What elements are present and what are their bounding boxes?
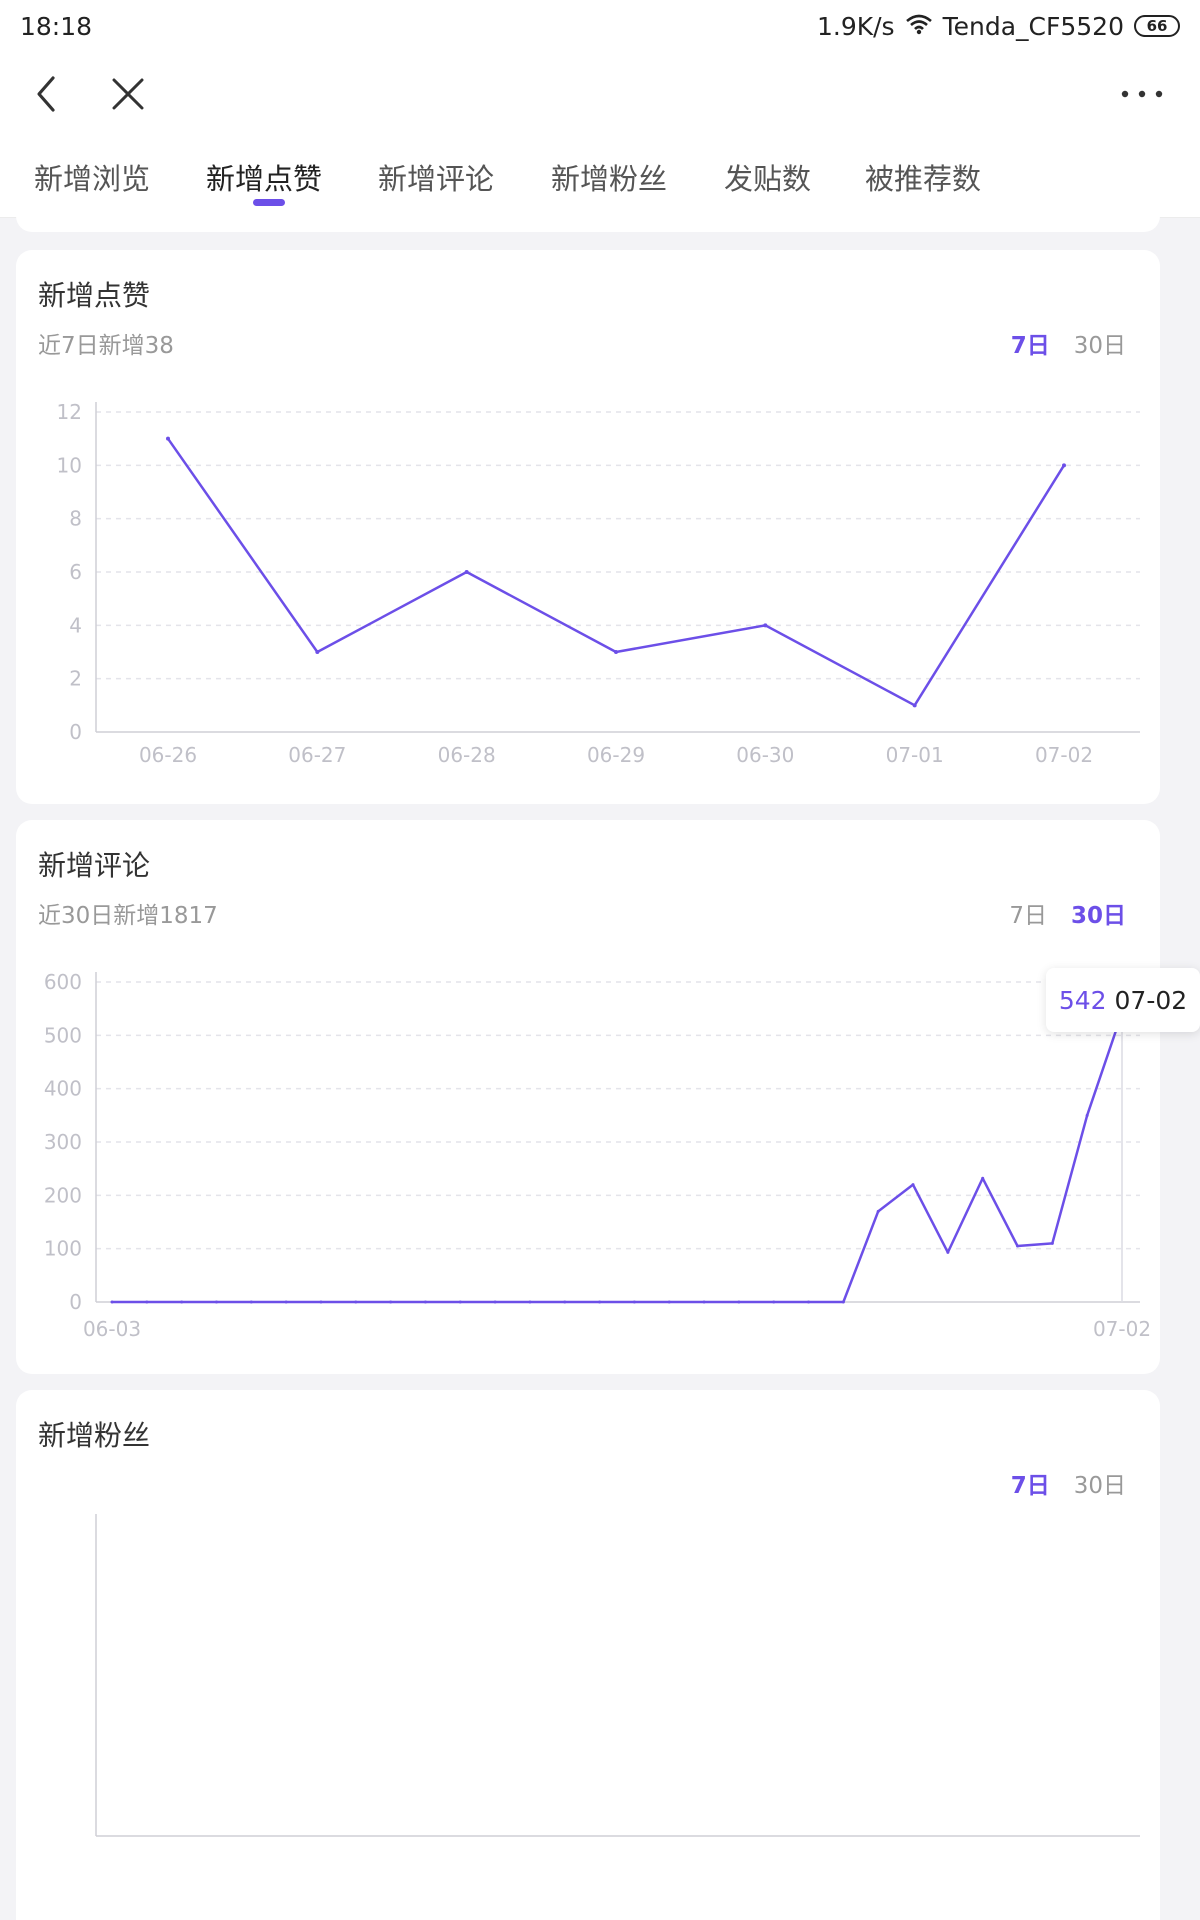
data-point (214, 1300, 218, 1304)
y-tick-label: 500 (44, 1023, 82, 1047)
tab-posts[interactable]: 发贴数 (724, 156, 811, 198)
likes-card: 新增点赞 近7日新增38 7日 30日 0 2 4 6 8 10 12 06-26 06-27 0… (16, 250, 1160, 804)
comments-line-chart: 0 100 200 300 400 500 600 06-03 07-02 (44, 970, 1151, 1341)
data-point (981, 1176, 985, 1180)
x-tick-label: 06-03 (83, 1317, 141, 1341)
comments-card: 新增评论 近30日新增1817 7日 30日 0 100 200 300 400 500 6… (16, 820, 1160, 1374)
x-tick-label: 06-30 (736, 743, 794, 767)
data-point (180, 1300, 184, 1304)
data-point (614, 650, 618, 654)
y-tick-label: 100 (44, 1237, 82, 1261)
data-point (110, 1300, 114, 1304)
data-point (464, 570, 469, 574)
data-point (145, 1300, 149, 1304)
status-right: 1.9K/s Tenda_CF5520 66 (817, 12, 1180, 41)
data-point (1016, 1244, 1020, 1248)
data-point (702, 1300, 706, 1304)
data-point (284, 1300, 288, 1304)
data-point (876, 1209, 880, 1213)
y-tick-label: 4 (69, 613, 82, 637)
data-point (911, 1183, 915, 1187)
data-point (912, 703, 917, 708)
data-point (458, 1300, 462, 1304)
wifi-name: Tenda_CF5520 (942, 11, 1124, 41)
x-tick-label: 07-01 (886, 743, 944, 767)
data-point (1062, 463, 1066, 468)
data-point (763, 623, 768, 628)
data-point (772, 1300, 776, 1304)
data-point (493, 1300, 497, 1304)
wifi-icon (905, 12, 933, 41)
y-tick-label: 200 (44, 1183, 82, 1207)
series-line (112, 1012, 1124, 1304)
y-tick-label: 400 (44, 1077, 82, 1101)
y-tick-label: 0 (69, 720, 82, 744)
y-tick-label: 10 (57, 453, 82, 477)
data-point (1085, 1113, 1089, 1117)
tooltip-date: 07-02 (1114, 985, 1188, 1015)
data-point (319, 1300, 323, 1304)
data-point (598, 1300, 602, 1304)
net-speed: 1.9K/s (816, 11, 895, 41)
fans-card: 新增粉丝 7日 30日 (16, 1390, 1160, 1920)
data-point (354, 1300, 358, 1304)
data-point (249, 1300, 253, 1304)
close-icon (112, 78, 144, 110)
x-tick-label: 06-26 (139, 743, 197, 767)
nav-bar (0, 52, 1200, 136)
data-point (315, 650, 320, 654)
tab-comments[interactable]: 新增评论 (378, 156, 494, 198)
x-tick-label: 07-02 (1035, 743, 1093, 767)
x-tick-label: 06-27 (288, 743, 346, 767)
chart-tooltip: 542 07-02 (1046, 968, 1200, 1032)
more-button[interactable] (1116, 68, 1168, 120)
x-tick-label: 06-28 (438, 743, 496, 767)
data-point (563, 1300, 567, 1304)
data-point (946, 1250, 950, 1254)
battery-indicator: 66 (1134, 15, 1180, 37)
previous-card-edge (16, 210, 1160, 232)
y-tick-label: 2 (69, 667, 82, 691)
tab-views[interactable]: 新增浏览 (34, 156, 150, 198)
tooltip-value: 542 (1058, 985, 1107, 1015)
y-tick-label: 8 (69, 507, 82, 531)
data-point (1050, 1241, 1054, 1245)
data-point (528, 1300, 532, 1304)
chevron-left-icon (37, 76, 55, 112)
data-point (632, 1300, 636, 1304)
y-tick-label: 6 (69, 560, 82, 584)
x-tick-label: 07-02 (1093, 1317, 1151, 1341)
data-point (423, 1300, 427, 1304)
tab-fans[interactable]: 新增粉丝 (551, 156, 667, 198)
more-horizontal-icon (1121, 90, 1163, 98)
tab-recommended[interactable]: 被推荐数 (865, 156, 981, 198)
data-point (737, 1300, 741, 1304)
fans-line-chart (95, 1514, 1140, 1837)
data-point (807, 1300, 811, 1304)
data-point (841, 1300, 845, 1304)
close-button[interactable] (102, 68, 154, 120)
status-time: 18:18 (20, 11, 93, 41)
x-tick-label: 06-29 (587, 743, 645, 767)
data-point (389, 1300, 393, 1304)
data-point (667, 1300, 671, 1304)
tab-bar: 新增浏览 新增点赞 新增评论 新增粉丝 发贴数 被推荐数 (0, 136, 1200, 218)
data-point (166, 436, 170, 441)
likes-line-chart: 0 2 4 6 8 10 12 06-26 06-27 06-28 06-29 06-30 07-01 0… (57, 400, 1140, 767)
y-tick-label: 12 (57, 400, 82, 424)
back-button[interactable] (20, 68, 72, 120)
active-tab-indicator (253, 199, 285, 206)
y-tick-label: 300 (44, 1130, 82, 1154)
tab-likes[interactable]: 新增点赞 (206, 156, 322, 198)
y-tick-label: 0 (69, 1290, 82, 1314)
y-tick-label: 600 (44, 970, 82, 994)
status-bar: 18:18 1.9K/s Tenda_CF5520 66 (0, 0, 1200, 52)
